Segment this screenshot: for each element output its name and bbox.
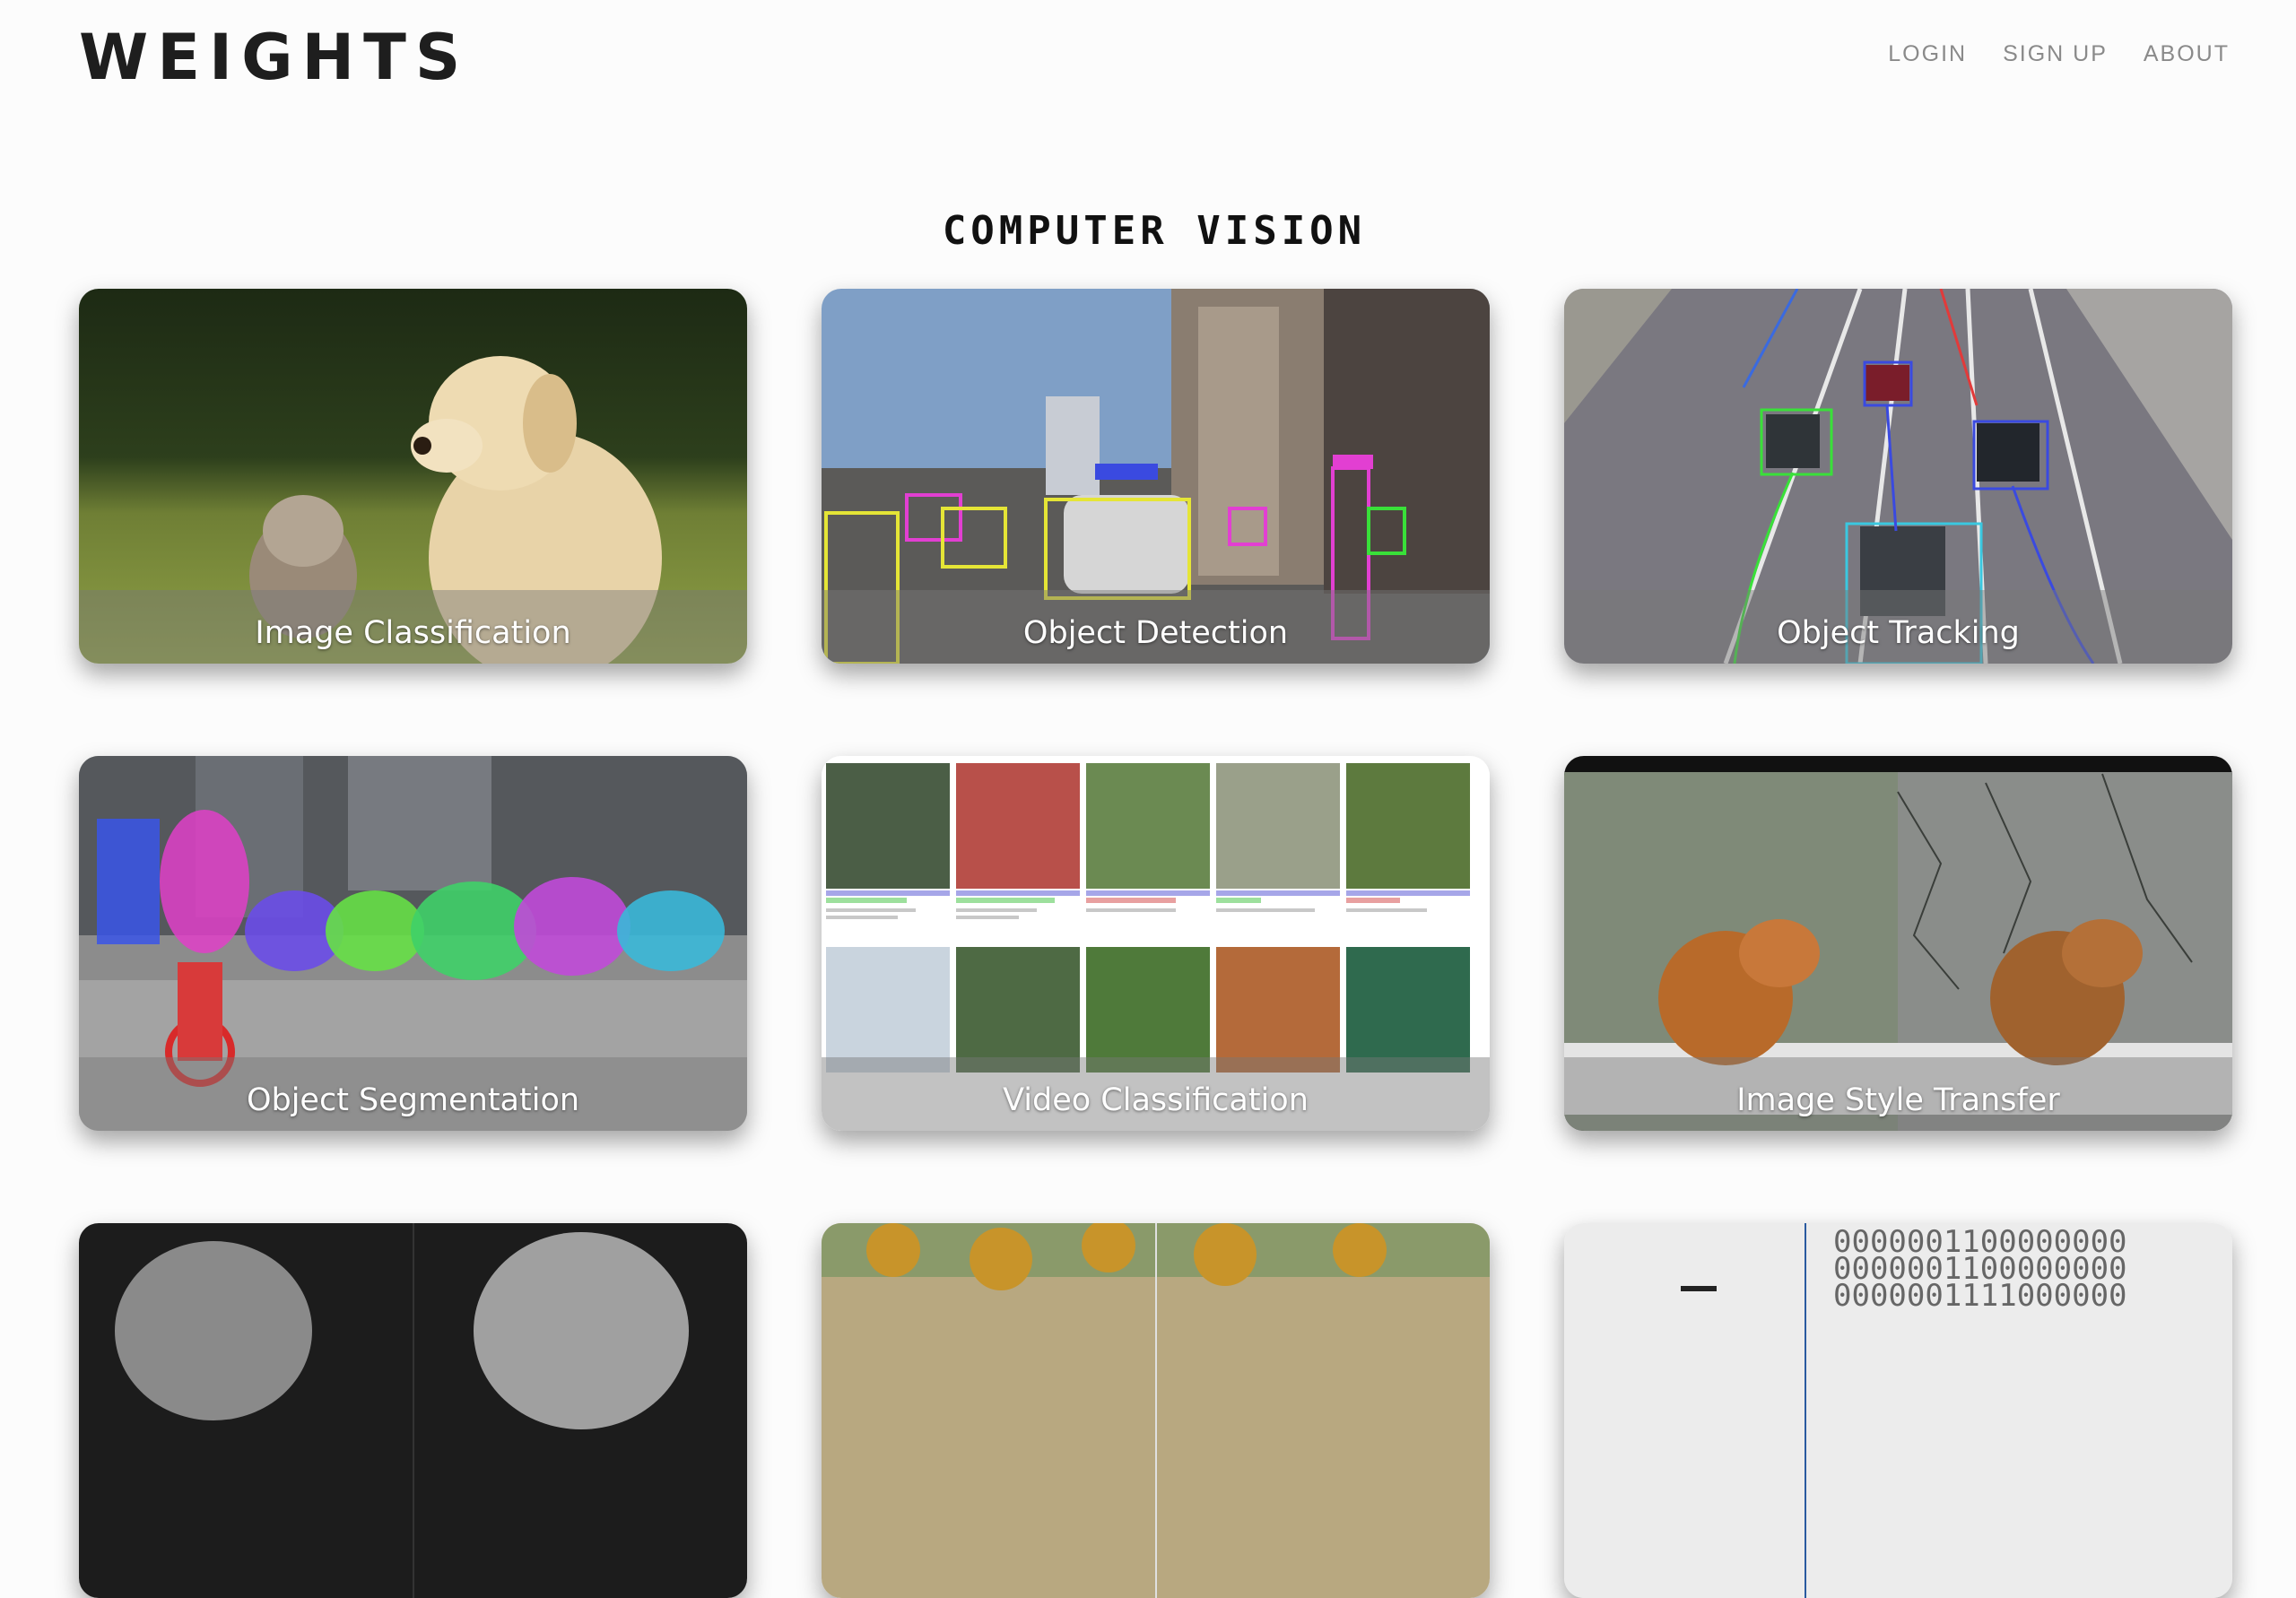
card-row3-right[interactable]: 0000001100000000 0000001100000000 00000011… bbox=[1564, 1223, 2232, 1598]
site-header: WEIGHTS LOGIN SIGN UP ABOUT bbox=[0, 0, 2296, 117]
card-image-classification[interactable]: Image Classification bbox=[79, 289, 747, 664]
card-label: Object Detection bbox=[1022, 615, 1289, 651]
login-link[interactable]: LOGIN bbox=[1888, 41, 1967, 67]
binary-row: 0000001111000000 bbox=[1833, 1278, 2127, 1314]
card-video-classification[interactable]: Video Classification bbox=[822, 756, 1490, 1131]
about-link[interactable]: ABOUT bbox=[2144, 41, 2230, 67]
card-row3-middle[interactable] bbox=[822, 1223, 1490, 1598]
section-title: COMPUTER VISION bbox=[942, 208, 1367, 254]
card-label: Object Tracking bbox=[1777, 615, 2020, 651]
binary-digits: 0000001100000000 0000001100000000 00000011… bbox=[1833, 1227, 2127, 1314]
card-object-tracking[interactable]: Object Tracking bbox=[1564, 289, 2232, 664]
card-label: Image Classification bbox=[255, 615, 571, 651]
top-nav: LOGIN SIGN UP ABOUT bbox=[1888, 41, 2230, 67]
card-object-segmentation[interactable]: Object Segmentation bbox=[79, 756, 747, 1131]
card-label: Object Segmentation bbox=[246, 1082, 580, 1118]
site-logo[interactable]: WEIGHTS bbox=[79, 18, 469, 97]
card-row3-left[interactable] bbox=[79, 1223, 747, 1598]
card-image-style-transfer[interactable]: Image Style Transfer bbox=[1564, 756, 2232, 1131]
card-label: Video Classification bbox=[1003, 1082, 1309, 1118]
portrait-image bbox=[79, 1223, 747, 1598]
card-label: Image Style Transfer bbox=[1736, 1082, 2060, 1118]
signup-link[interactable]: SIGN UP bbox=[2003, 41, 2108, 67]
trees-image bbox=[822, 1223, 1490, 1598]
card-object-detection[interactable]: Object Detection bbox=[822, 289, 1490, 664]
